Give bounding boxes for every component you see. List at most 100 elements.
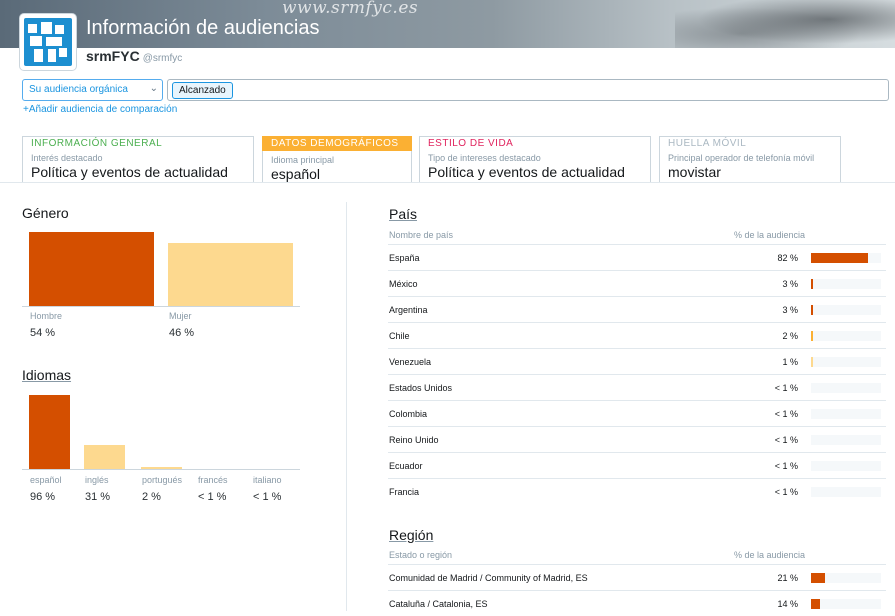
profile-header: www.srmfyc.es Información de audiencias bbox=[0, 0, 895, 48]
row-bar-fill bbox=[811, 599, 820, 609]
language-bar-0 bbox=[29, 395, 70, 469]
table-row: Comunidad de Madrid / Community of Madri… bbox=[388, 564, 886, 590]
column-divider bbox=[346, 202, 347, 611]
gender-bar-hombre bbox=[29, 232, 154, 306]
tab-datos-demograficos[interactable]: DATOS DEMOGRÁFICOS Idioma principal espa… bbox=[262, 136, 412, 183]
tab-estilo-de-vida[interactable]: ESTILO DE VIDA Tipo de intereses destaca… bbox=[419, 136, 651, 183]
row-pct: 14 % bbox=[777, 599, 798, 609]
tab-informacion-general[interactable]: INFORMACIÓN GENERAL Interés destacado Po… bbox=[22, 136, 254, 183]
language-pct: 31 % bbox=[85, 491, 111, 503]
gender-bar-mujer bbox=[168, 243, 293, 306]
tab-value: movistar bbox=[668, 164, 721, 180]
row-pct: < 1 % bbox=[774, 461, 798, 471]
language-pct: 2 % bbox=[142, 491, 161, 503]
region-col-name: Estado o región bbox=[389, 550, 453, 560]
row-name: Chile bbox=[389, 331, 410, 341]
gender-title: Género bbox=[22, 205, 69, 221]
row-name: Francia bbox=[389, 487, 420, 497]
gender-axis bbox=[22, 306, 300, 307]
chevron-down-icon: ⌄ bbox=[149, 83, 158, 94]
row-pct: 82 % bbox=[777, 253, 798, 263]
row-bar-track bbox=[811, 435, 881, 445]
row-bar-track bbox=[811, 279, 881, 289]
row-pct: < 1 % bbox=[774, 487, 798, 497]
region-title: Región bbox=[389, 527, 434, 543]
divider bbox=[0, 182, 895, 183]
gender-pct: 54 % bbox=[30, 327, 56, 339]
row-pct: 3 % bbox=[782, 305, 798, 315]
language-pct: < 1 % bbox=[253, 491, 282, 503]
row-pct: 1 % bbox=[782, 357, 798, 367]
tab-category: DATOS DEMOGRÁFICOS bbox=[262, 136, 412, 151]
row-bar-fill bbox=[811, 253, 868, 263]
filter-input[interactable]: Alcanzado bbox=[167, 79, 889, 101]
row-bar-fill bbox=[811, 331, 813, 341]
profile-name: srmFYC bbox=[86, 48, 140, 64]
add-comparison-link[interactable]: +Añadir audiencia de comparación bbox=[23, 104, 177, 115]
profile-name-line: srmFYC @srmfyc bbox=[86, 48, 182, 64]
row-bar-fill bbox=[811, 305, 813, 315]
filter-chip-alcanzado[interactable]: Alcanzado bbox=[172, 82, 233, 99]
row-bar-fill bbox=[811, 573, 825, 583]
table-row: Argentina 3 % bbox=[388, 296, 886, 322]
table-row: México 3 % bbox=[388, 270, 886, 296]
table-row: Ecuador < 1 % bbox=[388, 452, 886, 478]
tab-subtitle: Tipo de intereses destacado bbox=[428, 153, 541, 163]
language-label: francés bbox=[198, 475, 228, 485]
row-bar-track bbox=[811, 409, 881, 419]
language-label: español bbox=[30, 475, 62, 485]
header-background-trees bbox=[675, 0, 895, 48]
row-pct: < 1 % bbox=[774, 435, 798, 445]
languages-axis bbox=[22, 469, 300, 470]
row-bar-fill bbox=[811, 279, 813, 289]
table-row: Chile 2 % bbox=[388, 322, 886, 348]
table-row: Cataluña / Catalonia, ES 14 % bbox=[388, 590, 886, 616]
row-name: Argentina bbox=[389, 305, 428, 315]
row-name: Cataluña / Catalonia, ES bbox=[389, 599, 488, 609]
audience-select-value: Su audiencia orgánica bbox=[29, 84, 128, 95]
table-row: Francia < 1 % bbox=[388, 478, 886, 504]
audience-select[interactable]: Su audiencia orgánica ⌄ bbox=[22, 79, 163, 101]
language-pct: < 1 % bbox=[198, 491, 227, 503]
logo-icon bbox=[24, 18, 72, 66]
row-bar-track bbox=[811, 573, 881, 583]
row-pct: < 1 % bbox=[774, 409, 798, 419]
row-bar-fill bbox=[811, 357, 813, 367]
profile-handle: @srmfyc bbox=[142, 53, 183, 64]
table-row: Estados Unidos < 1 % bbox=[388, 374, 886, 400]
row-pct: 21 % bbox=[777, 573, 798, 583]
tab-huella-movil[interactable]: HUELLA MÓVIL Principal operador de telef… bbox=[659, 136, 841, 183]
row-name: Comunidad de Madrid / Community of Madri… bbox=[389, 573, 588, 583]
row-name: México bbox=[389, 279, 418, 289]
table-row: Reino Unido < 1 % bbox=[388, 426, 886, 452]
tab-category: HUELLA MÓVIL bbox=[668, 138, 747, 149]
tab-category: ESTILO DE VIDA bbox=[428, 138, 514, 149]
row-name: Reino Unido bbox=[389, 435, 439, 445]
header-watermark: www.srmfyc.es bbox=[282, 0, 419, 18]
tab-subtitle: Interés destacado bbox=[31, 153, 103, 163]
tab-subtitle: Idioma principal bbox=[271, 155, 335, 165]
row-bar-track bbox=[811, 383, 881, 393]
table-row: España 82 % bbox=[388, 244, 886, 270]
row-name: Colombia bbox=[389, 409, 428, 419]
row-name: Estados Unidos bbox=[389, 383, 453, 393]
row-bar-track bbox=[811, 305, 881, 315]
tab-category: INFORMACIÓN GENERAL bbox=[31, 138, 163, 149]
table-row: Colombia < 1 % bbox=[388, 400, 886, 426]
row-name: Venezuela bbox=[389, 357, 432, 367]
profile-avatar[interactable] bbox=[20, 14, 76, 70]
row-bar-track bbox=[811, 599, 881, 609]
region-col-pct: % de la audiencia bbox=[734, 550, 806, 560]
tab-subtitle: Principal operador de telefonía móvil bbox=[668, 153, 815, 163]
row-name: Ecuador bbox=[389, 461, 423, 471]
tab-value: español bbox=[271, 166, 321, 182]
row-bar-track bbox=[811, 487, 881, 497]
gender-label: Mujer bbox=[169, 311, 192, 321]
language-pct: 96 % bbox=[30, 491, 56, 503]
country-title: País bbox=[389, 206, 418, 222]
row-bar-track bbox=[811, 461, 881, 471]
languages-title: Idiomas bbox=[22, 367, 72, 383]
tab-value: Política y eventos de actualidad bbox=[428, 164, 625, 180]
gender-pct: 46 % bbox=[169, 327, 195, 339]
language-label: italiano bbox=[253, 475, 282, 485]
